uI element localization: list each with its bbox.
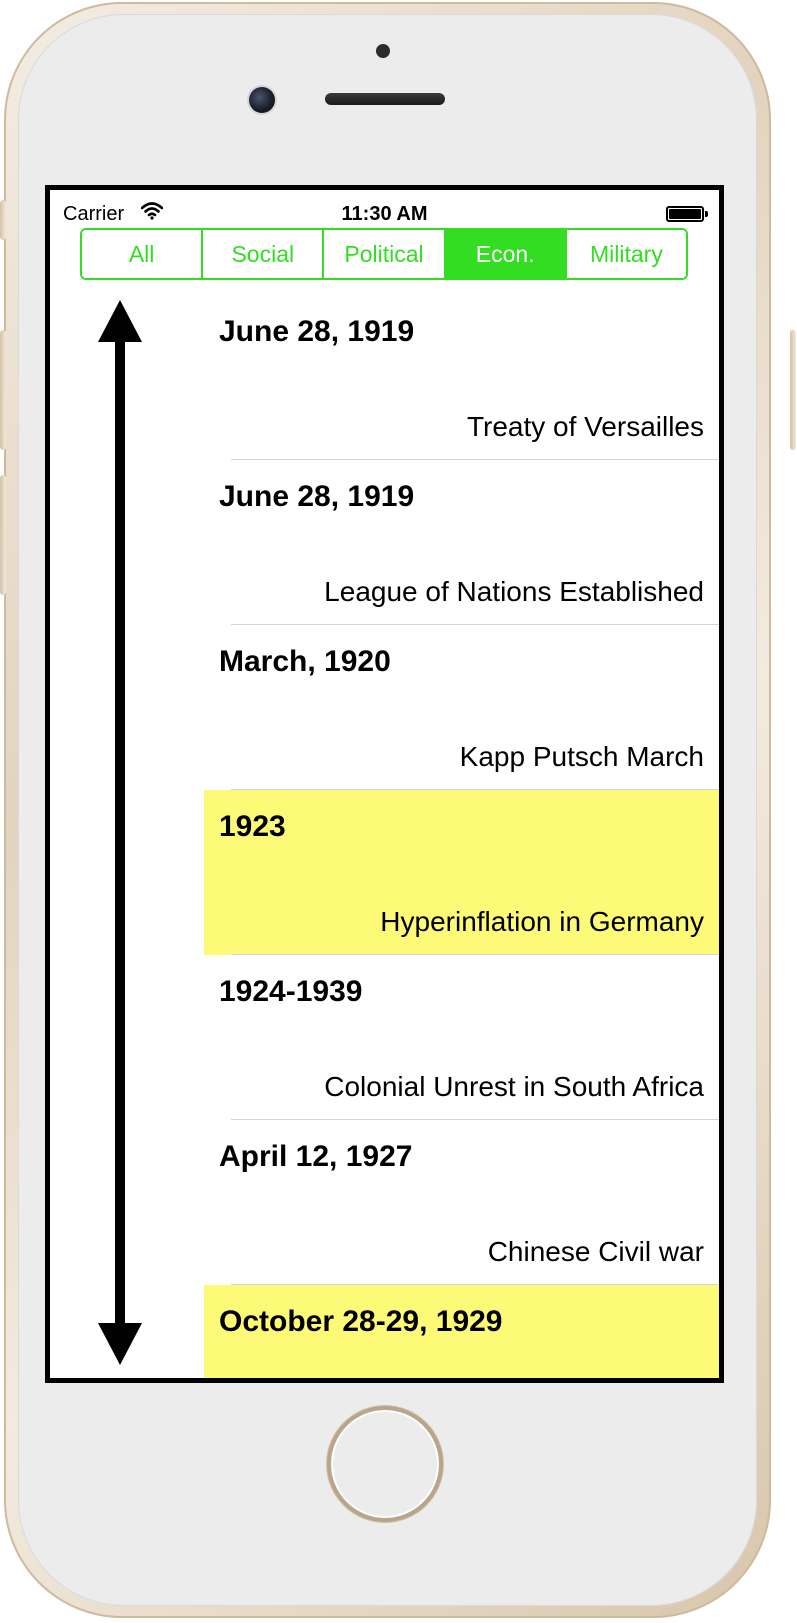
proximity-sensor bbox=[376, 44, 390, 58]
app-screen: Carrier 11:30 AM All Social Political Econ.… bbox=[45, 185, 724, 1383]
event-title: Hyperinflation in Germany bbox=[380, 906, 704, 937]
front-camera bbox=[249, 87, 275, 113]
event-title: Kapp Putsch March bbox=[459, 741, 704, 772]
event-date: April 12, 1927 bbox=[219, 1140, 413, 1173]
mute-switch bbox=[0, 200, 6, 240]
volume-up-button bbox=[0, 330, 6, 450]
event-row[interactable]: June 28, 1919 Treaty of Versailles bbox=[204, 295, 719, 460]
status-time: 11:30 AM bbox=[341, 203, 428, 225]
event-list: June 28, 1919 Treaty of Versailles June 28… bbox=[204, 295, 719, 1378]
volume-down-button bbox=[0, 475, 6, 595]
event-date: 1924-1939 bbox=[219, 975, 363, 1008]
segment-social[interactable]: Social bbox=[203, 230, 325, 278]
event-date: June 28, 1919 bbox=[219, 480, 415, 513]
timeline-arrow-icon bbox=[98, 300, 142, 1365]
home-button[interactable] bbox=[327, 1406, 443, 1522]
event-row[interactable]: June 28, 1919 League of Nations Establish… bbox=[204, 460, 719, 625]
event-title: Treaty of Versailles bbox=[466, 411, 704, 442]
event-title: League of Nations Established bbox=[324, 576, 704, 607]
category-segmented-control: All Social Political Econ. Military bbox=[80, 228, 688, 280]
event-row[interactable]: March, 1920 Kapp Putsch March bbox=[204, 625, 719, 790]
event-row[interactable]: 1924-1939 Colonial Unrest in South Africa bbox=[204, 955, 719, 1120]
battery-icon bbox=[666, 206, 704, 222]
event-title: Colonial Unrest in South Africa bbox=[324, 1071, 704, 1102]
event-title: Chinese Civil war bbox=[487, 1236, 704, 1267]
battery-tip bbox=[705, 211, 708, 217]
segment-political[interactable]: Political bbox=[324, 230, 446, 278]
segment-econ[interactable]: Econ. bbox=[445, 230, 567, 278]
event-row[interactable]: October 28-29, 1929 bbox=[204, 1285, 719, 1378]
event-row[interactable]: 1923 Hyperinflation in Germany bbox=[204, 790, 719, 955]
event-date: June 28, 1919 bbox=[219, 315, 415, 348]
power-button bbox=[790, 330, 796, 450]
event-date: 1923 bbox=[219, 810, 286, 843]
event-date: March, 1920 bbox=[219, 645, 391, 678]
event-row[interactable]: April 12, 1927 Chinese Civil war bbox=[204, 1120, 719, 1285]
segment-all[interactable]: All bbox=[82, 230, 204, 278]
status-bar: Carrier 11:30 AM bbox=[50, 190, 719, 230]
event-date: October 28-29, 1929 bbox=[219, 1305, 503, 1338]
earpiece-speaker bbox=[325, 93, 445, 105]
segment-military[interactable]: Military bbox=[566, 230, 686, 278]
